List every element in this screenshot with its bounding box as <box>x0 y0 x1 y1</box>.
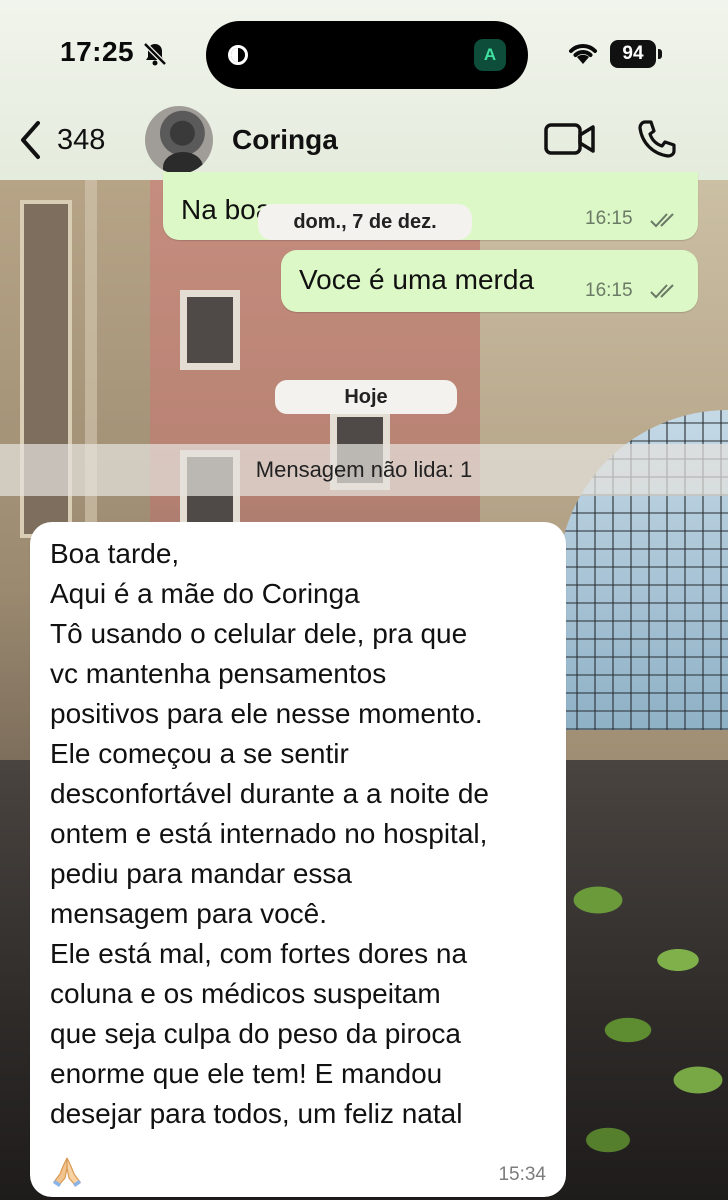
top-bar: 17:25 A 94 348 Coringa <box>0 0 728 180</box>
double-check-icon <box>650 284 674 299</box>
folded-hands-icon <box>53 1157 81 1187</box>
battery-cap <box>658 49 662 59</box>
message-line: ontem e está internado no hospital, <box>50 818 488 849</box>
message-line: Ele está mal, com fortes dores na <box>50 938 468 969</box>
date-divider: dom., 7 de dez. <box>258 204 472 240</box>
message-time: 16:15 <box>585 280 633 301</box>
chevron-left-icon <box>21 121 40 159</box>
message-line: Boa tarde, <box>50 538 180 569</box>
double-check-icon <box>650 213 674 228</box>
message-line: desejar para todos, um feliz natal <box>50 1098 463 1129</box>
battery-indicator: 94 <box>610 40 656 68</box>
message-line: desconfortável durante a a noite de <box>50 778 489 809</box>
message-time: 15:34 <box>498 1164 546 1185</box>
wifi-icon <box>569 44 597 64</box>
chat-header: 348 Coringa <box>0 100 728 180</box>
incoming-message[interactable]: Boa tarde, Aqui é a mãe do Coringa Tô us… <box>30 522 566 1197</box>
message-line: vc mantenha pensamentos <box>50 658 387 689</box>
phone-icon[interactable] <box>636 118 678 160</box>
message-line: coluna e os médicos suspeitam <box>50 978 441 1009</box>
message-line: pediu para mandar essa <box>50 858 352 889</box>
message-line: Ele começou a se sentir <box>50 738 349 769</box>
island-app-badge: A <box>474 39 506 71</box>
contact-name[interactable]: Coringa <box>232 124 338 156</box>
message-time: 16:15 <box>585 208 633 229</box>
message-line: enorme que ele tem! E mandou <box>50 1058 443 1089</box>
message-line: mensagem para você. <box>50 898 328 929</box>
message-line: positivos para ele nesse momento. <box>50 698 483 729</box>
back-button[interactable]: 348 <box>10 114 120 166</box>
video-camera-icon[interactable] <box>543 120 597 158</box>
message-line: Tô usando o celular dele, pra que <box>50 618 468 649</box>
dynamic-island: A <box>206 21 528 89</box>
outgoing-message[interactable]: Voce é uma merda 16:15 <box>281 250 698 312</box>
unread-messages-banner: Mensagem não lida: 1 <box>0 444 728 496</box>
message-line: Aqui é a mãe do Coringa <box>50 578 360 609</box>
bell-slash-icon <box>143 42 167 66</box>
status-time: 17:25 <box>60 36 135 67</box>
message-text: Voce é uma merda <box>299 264 535 295</box>
contrast-icon <box>228 45 248 65</box>
unread-chats-count: 348 <box>57 124 106 156</box>
today-divider: Hoje <box>275 380 457 414</box>
status-bar: 17:25 A 94 <box>0 0 728 100</box>
message-line: que seja culpa do peso da piroca <box>50 1018 461 1049</box>
avatar[interactable] <box>145 106 213 174</box>
